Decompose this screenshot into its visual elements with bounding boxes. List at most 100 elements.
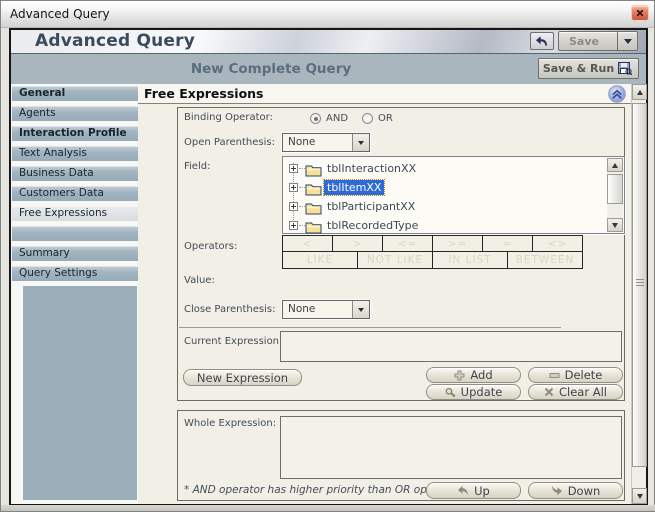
main-scrollbar[interactable] <box>631 84 646 504</box>
sidebar-item-agents[interactable]: Agents <box>12 106 138 121</box>
tree-scroll-up-button[interactable] <box>607 158 623 172</box>
expand-plus-icon[interactable] <box>289 183 298 192</box>
sidebar-item-summary[interactable]: Summary <box>12 246 138 261</box>
update-button[interactable]: Update <box>426 384 521 400</box>
scroll-up-icon <box>637 90 643 95</box>
save-button[interactable]: Save <box>558 31 638 51</box>
save-dropdown-button[interactable] <box>617 32 637 50</box>
operator-lt-button[interactable]: < <box>283 236 332 251</box>
operator-like-button[interactable]: LIKE <box>283 252 357 268</box>
operator-eq-button[interactable]: = <box>483 236 532 251</box>
undo-button[interactable] <box>530 32 554 50</box>
operator-lte-button[interactable]: <= <box>383 236 432 251</box>
up-arrow-icon <box>457 485 469 496</box>
operator-between-button[interactable]: BETWEEN <box>508 252 582 268</box>
clear-all-button[interactable]: Clear All <box>528 384 623 400</box>
down-button[interactable]: Down <box>528 482 623 499</box>
delete-button[interactable]: Delete <box>528 367 623 383</box>
sidebar-item-interaction-profile[interactable]: Interaction Profile <box>12 126 138 141</box>
close-button[interactable] <box>631 5 649 21</box>
divider <box>179 327 561 328</box>
sidebar-item-text-analysis[interactable]: Text Analysis <box>12 146 138 161</box>
radio-and[interactable] <box>310 113 321 124</box>
up-button[interactable]: Up <box>426 482 521 499</box>
field-tree: tblInteractionXX tblItemXX tblParticipan… <box>282 156 625 234</box>
scroll-down-icon <box>612 223 618 228</box>
sidebar-item-business-data[interactable]: Business Data <box>12 166 138 181</box>
add-label: Add <box>470 368 492 382</box>
radio-and-label: AND <box>326 113 348 124</box>
window-frame-bottom <box>1 505 655 511</box>
titlebar: Advanced Query <box>1 1 654 28</box>
current-expression-label: Current Expression: <box>184 336 282 347</box>
chevron-down-icon <box>358 308 364 312</box>
operator-gte-button[interactable]: >= <box>433 236 482 251</box>
up-label: Up <box>474 484 490 498</box>
tree-scroll-down-button[interactable] <box>607 218 623 232</box>
operator-gt-button[interactable]: > <box>333 236 382 251</box>
whole-expression-group: Whole Expression: * AND operator has hig… <box>177 410 625 501</box>
tree-item-tblitem[interactable]: tblItemXX <box>283 178 603 197</box>
advanced-query-window: Advanced Query Advanced Query Save New C… <box>0 0 655 512</box>
open-parenthesis-label: Open Parenthesis: <box>184 137 275 148</box>
tree-item-label: tblParticipantXX <box>324 199 418 214</box>
sidebar-filler <box>23 286 137 500</box>
section-header: Free Expressions <box>138 84 631 104</box>
delete-icon <box>549 370 560 381</box>
free-expressions-panel: Free Expressions Binding Operator: AND <box>138 84 631 504</box>
open-parenthesis-select[interactable]: None <box>282 133 370 152</box>
scrollbar-thumb[interactable] <box>632 103 647 467</box>
operator-in-list-button[interactable]: IN LIST <box>433 252 507 268</box>
collapse-section-button[interactable] <box>608 85 626 103</box>
new-expression-button[interactable]: New Expression <box>183 369 302 386</box>
update-icon <box>445 387 456 398</box>
operator-not-like-button[interactable]: NOT LIKE <box>358 252 432 268</box>
current-expression-input[interactable] <box>280 331 622 362</box>
scroll-down-button[interactable] <box>632 488 647 504</box>
sidebar-item-customers-data[interactable]: Customers Data <box>12 186 138 201</box>
expand-plus-icon[interactable] <box>289 164 298 173</box>
close-parenthesis-select[interactable]: None <box>282 300 370 319</box>
dialog-content: Advanced Query Save New Complete Query S… <box>9 28 648 506</box>
tree-item-label: tblRecordedType <box>324 218 421 233</box>
clear-all-label: Clear All <box>559 385 607 399</box>
expression-builder-group: Binding Operator: AND OR Open Parenthesi… <box>177 107 625 401</box>
sidebar: General Agents Interaction Profile Text … <box>11 84 138 504</box>
expand-plus-icon[interactable] <box>289 221 298 230</box>
operator-neq-button[interactable]: <> <box>533 236 582 251</box>
close-parenthesis-dropdown-button[interactable] <box>352 301 369 318</box>
folder-icon <box>305 183 322 196</box>
scroll-up-button[interactable] <box>632 84 647 100</box>
open-parenthesis-dropdown-button[interactable] <box>352 134 369 151</box>
close-icon <box>636 9 644 17</box>
tree-item-tblinteraction[interactable]: tblInteractionXX <box>283 159 603 178</box>
sidebar-spacer-band <box>12 226 138 241</box>
tree-item-tblparticipant[interactable]: tblParticipantXX <box>283 197 603 216</box>
whole-expression-input[interactable] <box>280 416 622 479</box>
chevron-down-icon <box>358 141 364 145</box>
binding-operator-label: Binding Operator: <box>184 112 273 123</box>
tree-item-label-selected: tblItemXX <box>324 180 384 195</box>
tree-item-label: tblInteractionXX <box>324 161 419 176</box>
tree-scrollbar[interactable] <box>607 158 623 232</box>
tree-item-tblrecordedtype[interactable]: tblRecordedType <box>283 216 603 235</box>
sidebar-item-query-settings[interactable]: Query Settings <box>12 266 138 281</box>
clear-all-icon <box>544 387 554 397</box>
operators-grid: < > <= >= = <> LIKE NOT LIKE IN LIST BET… <box>282 235 583 269</box>
open-parenthesis-value: None <box>288 136 315 148</box>
folder-icon <box>305 221 322 234</box>
add-button[interactable]: Add <box>426 367 521 383</box>
sidebar-item-free-expressions[interactable]: Free Expressions <box>12 206 138 221</box>
sidebar-item-general[interactable]: General <box>12 86 138 101</box>
undo-icon <box>535 35 549 47</box>
save-run-icon <box>618 62 632 75</box>
new-expression-label: New Expression <box>197 371 288 385</box>
page-title: Advanced Query <box>35 31 195 51</box>
whole-expression-label: Whole Expression: <box>184 418 276 429</box>
scroll-down-icon <box>637 494 643 499</box>
tree-scrollbar-thumb[interactable] <box>607 174 623 204</box>
expand-plus-icon[interactable] <box>289 202 298 211</box>
save-and-run-button[interactable]: Save & Run <box>538 58 639 79</box>
down-arrow-icon <box>551 485 563 496</box>
radio-or[interactable] <box>362 113 373 124</box>
